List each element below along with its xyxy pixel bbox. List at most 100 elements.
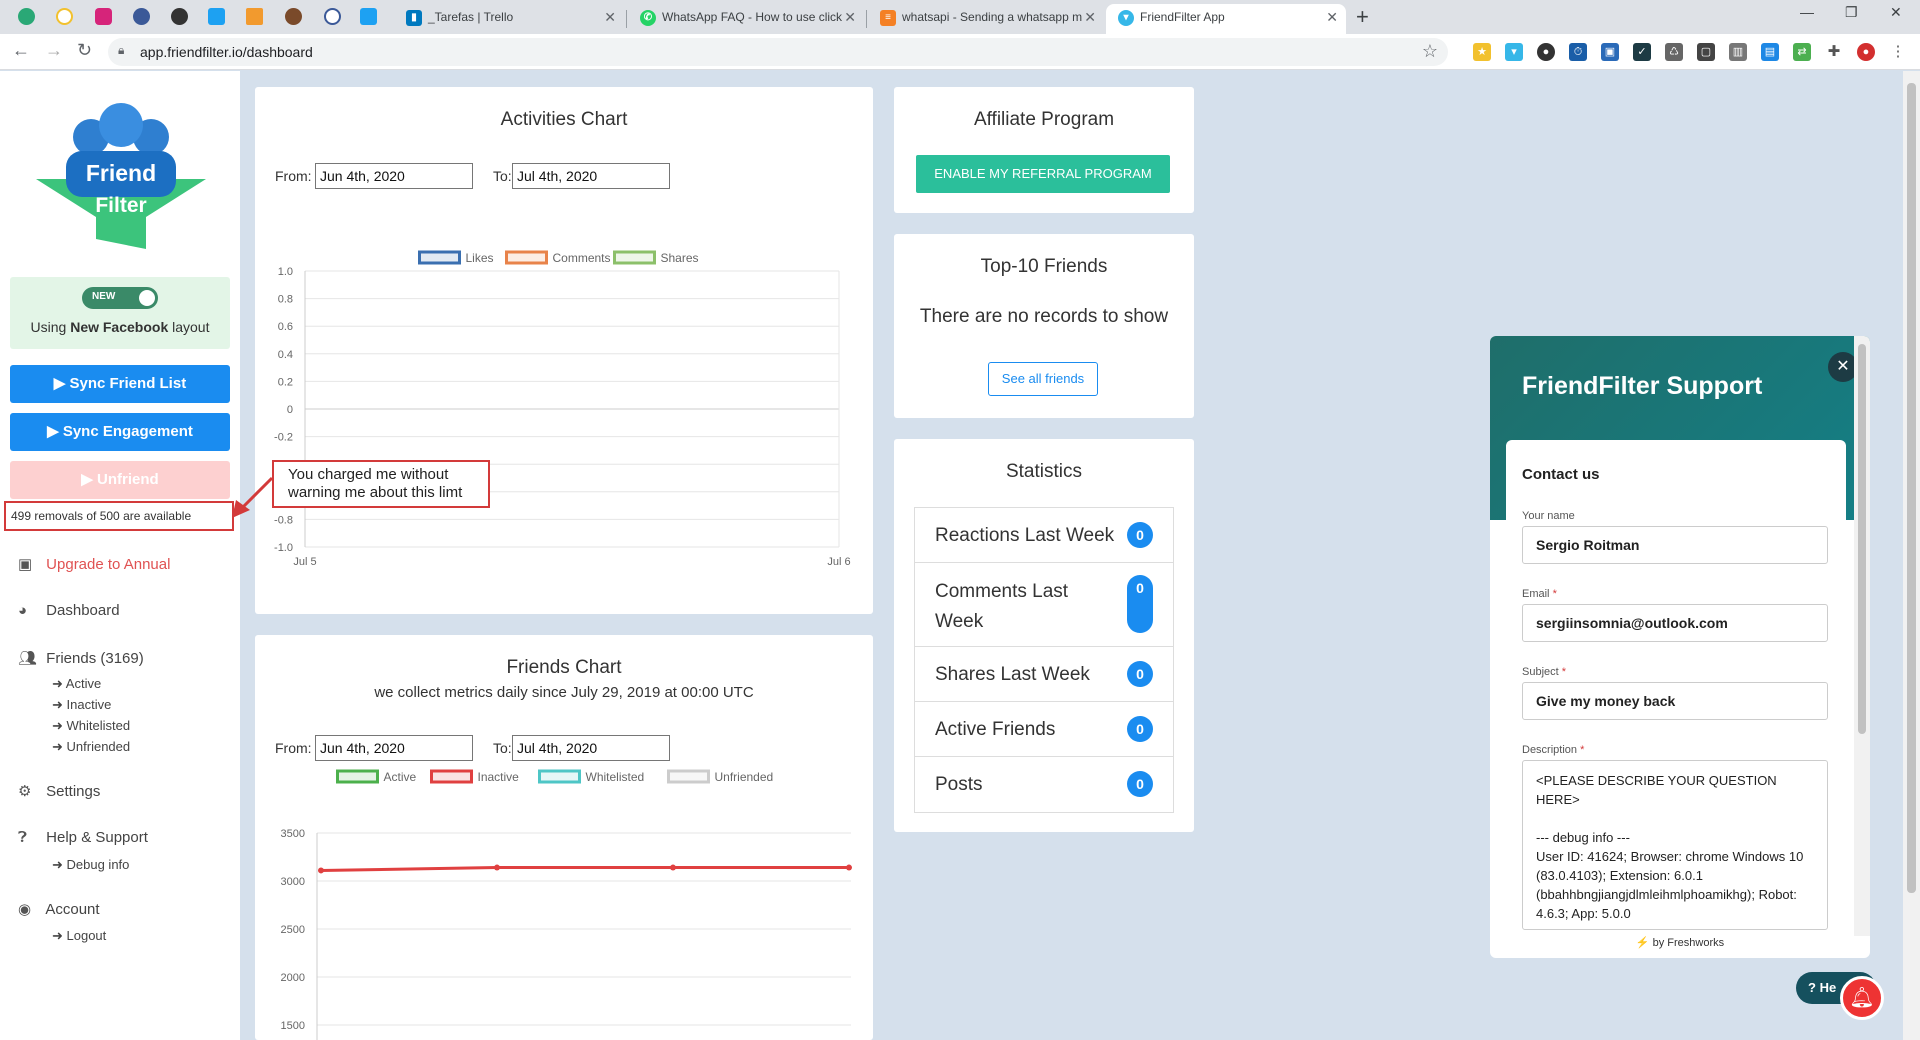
- from-date-input[interactable]: Jun 4th, 2020: [315, 163, 473, 189]
- tab-friendfilter[interactable]: ▾ FriendFilter App ✕: [1106, 4, 1346, 34]
- extension-icon[interactable]: ★: [1473, 43, 1491, 61]
- profile-avatar-icon[interactable]: ●: [1857, 43, 1875, 61]
- settings-label: Settings: [46, 783, 101, 800]
- reload-icon[interactable]: ↻: [77, 40, 92, 61]
- extension-icon[interactable]: ▤: [1761, 43, 1779, 61]
- data-point: [670, 864, 676, 871]
- close-tab-icon[interactable]: ✕: [1084, 4, 1096, 30]
- minimize-icon[interactable]: —: [1800, 4, 1814, 20]
- friends-unfriended-link[interactable]: ➜ Unfriended: [52, 739, 130, 755]
- pinned-tab-icon[interactable]: [56, 8, 73, 25]
- friends-active-link[interactable]: ➜ Active: [52, 676, 101, 692]
- new-layout-toggle[interactable]: NEW: [82, 287, 158, 309]
- page-scrollbar[interactable]: [1903, 71, 1920, 1040]
- dashboard-link[interactable]: ◕ Dashboard: [18, 602, 120, 619]
- tab-whatsapi[interactable]: ≡ whatsapi - Sending a whatsapp m ✕: [868, 4, 1104, 34]
- url-text[interactable]: app.friendfilter.io/dashboard: [140, 44, 313, 60]
- upgrade-link[interactable]: ▣ Upgrade to Annual: [18, 555, 170, 573]
- pinned-tab-icon[interactable]: [324, 8, 341, 25]
- legend-swatch: [418, 250, 461, 265]
- email-field[interactable]: sergiinsomnia@outlook.com: [1522, 604, 1828, 642]
- users-icon: 👥︎: [18, 650, 38, 667]
- to-date-input[interactable]: Jul 4th, 2020: [512, 163, 670, 189]
- activities-chart-card: Activities Chart From: Jun 4th, 2020 To:…: [255, 87, 873, 614]
- extension-icon[interactable]: ●: [1537, 43, 1555, 61]
- enable-referral-button[interactable]: ENABLE MY REFERRAL PROGRAM: [916, 155, 1170, 193]
- forward-icon[interactable]: →: [45, 40, 63, 61]
- restore-icon[interactable]: ❐: [1845, 4, 1858, 21]
- settings-link[interactable]: ⚙ Settings: [18, 782, 100, 800]
- debug-info-link[interactable]: ➜ Debug info: [52, 857, 129, 873]
- pinned-tab-icon[interactable]: [171, 8, 188, 25]
- legend-swatch: [430, 769, 473, 784]
- friends-link[interactable]: 👥︎ Friends (3169): [18, 649, 144, 667]
- friends-chart: Active Inactive Whitelisted Unfriended 3500 3…: [281, 769, 852, 1040]
- data-point: [846, 864, 852, 871]
- pinned-tab-icon[interactable]: [246, 8, 263, 25]
- logout-label: Logout: [66, 928, 107, 943]
- support-widget: FriendFilter Support ✕ Contact us Your n…: [1490, 336, 1870, 958]
- help-support-link[interactable]: ❓︎ Help & Support: [18, 829, 148, 846]
- extension-icon[interactable]: ▥: [1729, 43, 1747, 61]
- close-window-icon[interactable]: ✕: [1890, 4, 1902, 21]
- tab-trello[interactable]: ▮ _Tarefas | Trello ✕: [394, 4, 624, 34]
- notification-bell-icon[interactable]: 🔔︎: [1840, 976, 1884, 1020]
- subject-field[interactable]: Give my money back: [1522, 682, 1828, 720]
- sync-friend-list-button[interactable]: ▶ Sync Friend List: [10, 365, 230, 403]
- extension-icon[interactable]: ⇄: [1793, 43, 1811, 61]
- help-label: He: [1819, 980, 1837, 995]
- friends-inactive-link[interactable]: ➜ Inactive: [52, 697, 111, 713]
- from-date-input[interactable]: Jun 4th, 2020: [315, 735, 473, 761]
- extension-icon[interactable]: ⏱: [1569, 43, 1587, 61]
- extension-icon[interactable]: ▢: [1697, 43, 1715, 61]
- tab-whatsapp-faq[interactable]: ✆ WhatsApp FAQ - How to use click ✕: [628, 4, 864, 34]
- address-bar[interactable]: 🔒︎ app.friendfilter.io/dashboard ☆: [108, 38, 1448, 66]
- activities-date-range: From: Jun 4th, 2020 To: Jul 4th, 2020: [275, 163, 875, 189]
- browser-menu-icon[interactable]: ⋮: [1889, 43, 1907, 61]
- pinned-tab-icon[interactable]: [95, 8, 112, 25]
- close-tab-icon[interactable]: ✕: [604, 4, 616, 30]
- user-circle-icon: ◉: [18, 901, 32, 918]
- friends-whitelisted-link[interactable]: ➜ Whitelisted: [52, 718, 130, 734]
- browser-toolbar: ← → ↻ 🔒︎ app.friendfilter.io/dashboard ☆…: [0, 34, 1920, 70]
- pinned-tab-icon[interactable]: [208, 8, 225, 25]
- to-label: To:: [493, 740, 512, 756]
- email-label: Email *: [1522, 588, 1557, 600]
- widget-scrollbar-thumb[interactable]: [1858, 344, 1866, 734]
- name-field[interactable]: Sergio Roitman: [1522, 526, 1828, 564]
- pinned-tab-icon[interactable]: [360, 8, 377, 25]
- close-tab-icon[interactable]: ✕: [1326, 4, 1338, 30]
- subject-label-text: Subject: [1522, 666, 1559, 678]
- legend-label: Inactive: [478, 770, 520, 784]
- extension-icon[interactable]: ♺: [1665, 43, 1683, 61]
- pinned-tab-icon[interactable]: [18, 8, 35, 25]
- page-scrollbar-thumb[interactable]: [1907, 83, 1916, 893]
- y-tick-label: 3000: [281, 876, 305, 888]
- logout-link[interactable]: ➜ Logout: [52, 928, 106, 944]
- extensions-puzzle-icon[interactable]: ✚: [1825, 43, 1843, 61]
- y-tick-label: 0.6: [278, 321, 293, 333]
- unfriend-button[interactable]: ▶ Unfriend: [10, 461, 230, 499]
- contact-form: Contact us Your name Sergio Roitman Emai…: [1506, 440, 1846, 940]
- bookmark-star-icon[interactable]: ☆: [1422, 41, 1438, 62]
- bag-icon: ▣: [18, 556, 33, 573]
- close-tab-icon[interactable]: ✕: [844, 4, 856, 30]
- sync-engagement-button[interactable]: ▶ Sync Engagement: [10, 413, 230, 451]
- see-all-friends-button[interactable]: See all friends: [988, 362, 1098, 396]
- widget-scrollbar[interactable]: [1854, 336, 1870, 936]
- description-label-text: Description: [1522, 744, 1578, 756]
- account-link[interactable]: ◉ Account: [18, 900, 100, 918]
- extension-icon[interactable]: ▣: [1601, 43, 1619, 61]
- pinned-tab-icon[interactable]: [285, 8, 302, 25]
- back-icon[interactable]: ←: [12, 40, 30, 61]
- extension-icon[interactable]: ✓: [1633, 43, 1651, 61]
- to-date-input[interactable]: Jul 4th, 2020: [512, 735, 670, 761]
- new-tab-button[interactable]: +: [1356, 4, 1369, 30]
- legend-label: Comments: [553, 251, 611, 265]
- extension-icon[interactable]: ▾: [1505, 43, 1523, 61]
- toggle-label: NEW: [92, 291, 116, 302]
- description-field[interactable]: <PLEASE DESCRIBE YOUR QUESTION HERE> ---…: [1522, 760, 1828, 930]
- y-tick-label: 2000: [281, 972, 305, 984]
- pinned-tab-icon[interactable]: [133, 8, 150, 25]
- tab-separator: [626, 10, 627, 28]
